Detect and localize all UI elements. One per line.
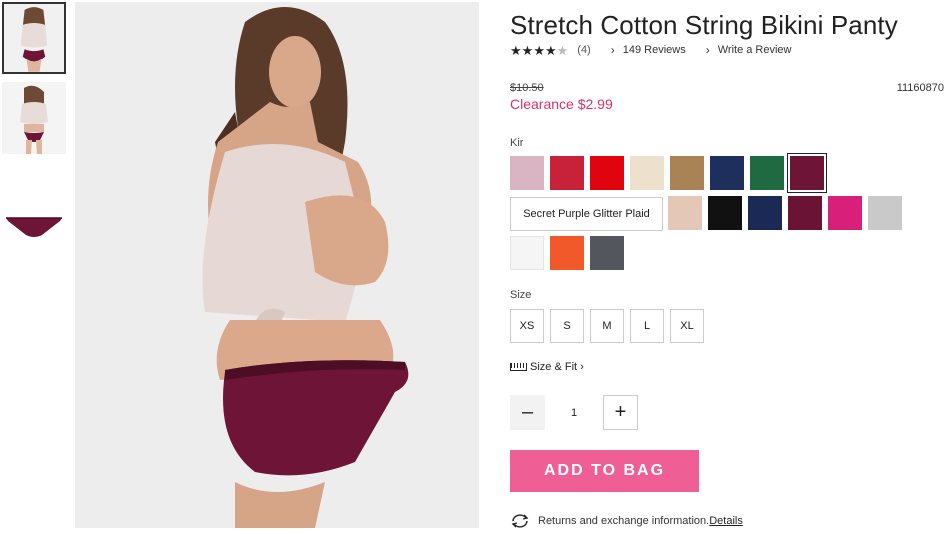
size-fit-label: Size & Fit	[530, 361, 578, 373]
ruler-icon	[510, 363, 527, 371]
item-number: 11160870	[896, 82, 944, 94]
color-swatch[interactable]	[550, 156, 584, 190]
size-option-xs[interactable]: XS	[510, 309, 544, 343]
size-option-xl[interactable]: XL	[670, 309, 704, 343]
color-swatch[interactable]	[708, 196, 742, 230]
exchange-arrows-icon	[511, 514, 529, 528]
rating-row: ★ ★ ★ ★ ★ (4) › 149 Reviews › Write a Re…	[510, 43, 791, 57]
color-swatch[interactable]	[788, 196, 822, 230]
add-to-bag-button[interactable]: ADD TO BAG	[510, 450, 699, 492]
color-swatch-selected[interactable]	[787, 153, 827, 193]
write-review-label: Write a Review	[717, 44, 792, 56]
returns-details-link[interactable]: Details	[709, 515, 743, 527]
clearance-price: Clearance $2.99	[510, 96, 613, 112]
color-swatch[interactable]	[748, 196, 782, 230]
color-swatch[interactable]	[590, 236, 624, 270]
returns-info: Returns and exchange information. Detail…	[510, 513, 743, 529]
color-swatch[interactable]	[710, 156, 744, 190]
thumbnail-flat-view[interactable]	[2, 196, 66, 248]
thumbnail-back-view[interactable]	[2, 2, 66, 74]
reviews-link-label: 149 Reviews	[622, 44, 686, 56]
color-swatch[interactable]	[828, 196, 862, 230]
color-swatch[interactable]	[630, 156, 664, 190]
chevron-right-icon: ›	[610, 43, 615, 57]
color-swatch[interactable]	[670, 156, 704, 190]
main-product-image	[75, 2, 479, 528]
original-price: $10.50	[510, 82, 544, 94]
quantity-increase-button[interactable]: +	[603, 395, 638, 430]
size-option-l[interactable]: L	[630, 309, 664, 343]
size-option-s[interactable]: S	[550, 309, 584, 343]
write-review-link[interactable]: › Write a Review	[706, 43, 792, 57]
star-filled-icon: ★	[510, 42, 522, 58]
thumbnail-front-view[interactable]	[2, 82, 66, 154]
product-title: Stretch Cotton String Bikini Panty	[510, 10, 898, 40]
reviews-link[interactable]: › 149 Reviews	[611, 43, 686, 57]
size-fit-link[interactable]: Size & Fit ›	[510, 361, 584, 373]
star-filled-icon: ★	[544, 42, 557, 58]
color-swatch[interactable]	[590, 156, 624, 190]
color-swatch[interactable]	[750, 156, 784, 190]
product-page: Stretch Cotton String Bikini Panty ★ ★ ★…	[0, 0, 946, 534]
star-rating: ★ ★ ★ ★ ★	[510, 44, 568, 57]
chevron-right-icon: ›	[705, 43, 710, 57]
color-swatch[interactable]	[668, 196, 702, 230]
color-swatch[interactable]	[510, 156, 544, 190]
quantity-decrease-button[interactable]: –	[510, 395, 545, 430]
star-filled-icon: ★	[533, 42, 545, 58]
returns-text: Returns and exchange information.	[538, 515, 710, 527]
selected-color-name: Secret Purple Glitter Plaid	[510, 197, 663, 231]
size-option-m[interactable]: M	[590, 309, 624, 343]
color-label: Kir	[510, 137, 524, 149]
size-label: Size	[510, 289, 532, 301]
rating-count: (4)	[577, 44, 591, 56]
star-filled-icon: ★	[521, 42, 534, 58]
color-swatch[interactable]	[510, 236, 544, 270]
quantity-value[interactable]: 1	[545, 395, 603, 430]
color-swatch[interactable]	[868, 196, 902, 230]
chevron-right-icon: ›	[580, 361, 584, 373]
star-empty-icon: ★	[556, 42, 569, 58]
color-swatch[interactable]	[550, 236, 584, 270]
